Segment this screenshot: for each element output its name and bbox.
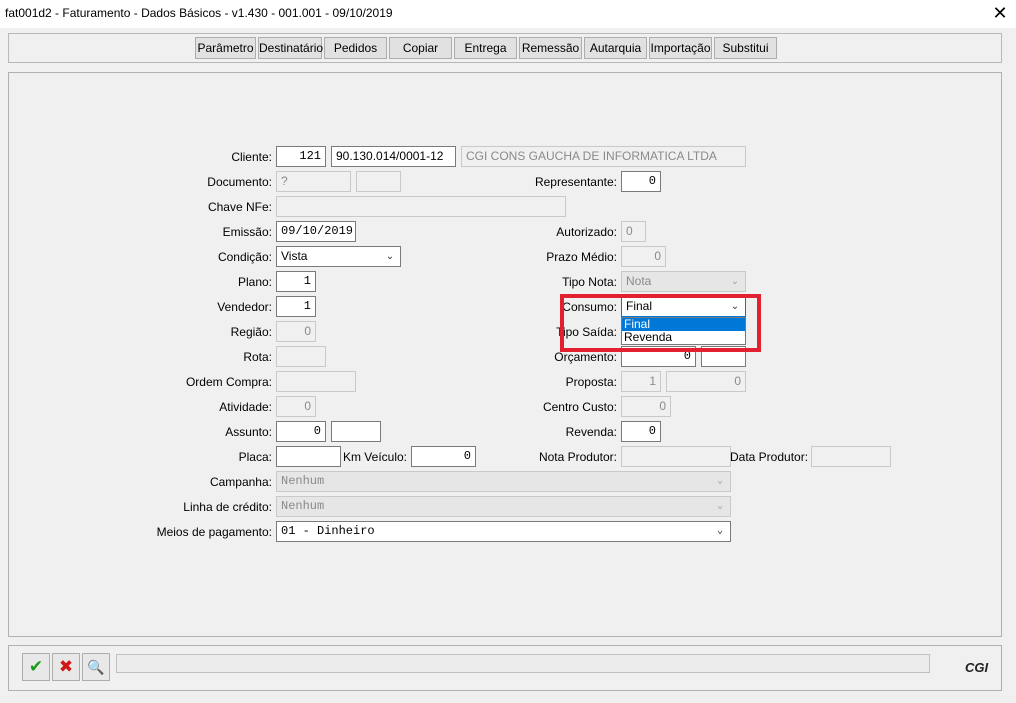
km-veiculo-label: Km Veículo: bbox=[342, 450, 407, 464]
substitui-button[interactable]: Substitui bbox=[714, 37, 777, 59]
campanha-select: Nenhum ⌄ bbox=[276, 471, 731, 492]
tipo-nota-value: Nota bbox=[626, 274, 652, 288]
campanha-label: Campanha: bbox=[209, 475, 272, 489]
chevron-down-icon: ⌄ bbox=[385, 251, 395, 262]
chevron-down-icon: ⌄ bbox=[716, 526, 724, 537]
linha-credito-select: Nenhum ⌄ bbox=[276, 496, 731, 517]
km-veiculo-field[interactable]: 0 bbox=[411, 446, 476, 467]
autarquia-button[interactable]: Autarquia bbox=[584, 37, 647, 59]
revenda-field[interactable]: 0 bbox=[621, 421, 661, 442]
chevron-down-icon: ⌄ bbox=[716, 501, 724, 512]
entrega-button[interactable]: Entrega bbox=[454, 37, 517, 59]
proposta-field: 1 bbox=[621, 371, 661, 392]
rota-label: Rota: bbox=[243, 350, 272, 364]
chevron-down-icon: ⌄ bbox=[730, 276, 740, 287]
cliente-name-field: CGI CONS GAUCHA DE INFORMATICA LTDA bbox=[461, 146, 746, 167]
chave-nfe-label: Chave NFe: bbox=[207, 200, 272, 214]
vendedor-label: Vendedor: bbox=[217, 300, 272, 314]
autorizado-label: Autorizado: bbox=[556, 225, 617, 239]
remessao-button[interactable]: Remessão bbox=[519, 37, 582, 59]
documento-field: ? bbox=[276, 171, 351, 192]
status-bar bbox=[116, 654, 930, 673]
autorizado-field: 0 bbox=[621, 221, 646, 242]
atividade-label: Atividade: bbox=[219, 400, 272, 414]
assunto-label: Assunto: bbox=[225, 425, 272, 439]
prazo-medio-label: Prazo Médio: bbox=[546, 250, 617, 264]
condicao-value: Vista bbox=[281, 249, 308, 263]
close-icon[interactable]: ✕ bbox=[990, 3, 1010, 23]
cgi-logo: CGI bbox=[965, 660, 989, 675]
plano-field[interactable]: 1 bbox=[276, 271, 316, 292]
window-title: fat001d2 - Faturamento - Dados Básicos -… bbox=[5, 6, 393, 20]
centro-custo-label: Centro Custo: bbox=[542, 400, 617, 414]
meios-pagamento-label: Meios de pagamento: bbox=[156, 525, 272, 539]
ordem-compra-label: Ordem Compra: bbox=[185, 375, 272, 389]
plano-label: Plano: bbox=[237, 275, 272, 289]
rota-field bbox=[276, 346, 326, 367]
data-produtor-label: Data Produtor: bbox=[730, 450, 809, 464]
placa-label: Placa: bbox=[238, 450, 272, 464]
documento-label: Documento: bbox=[207, 175, 272, 189]
assunto-field[interactable]: 0 bbox=[276, 421, 326, 442]
centro-custo-field: 0 bbox=[621, 396, 671, 417]
emissao-label: Emissão: bbox=[222, 225, 272, 239]
linha-credito-value: Nenhum bbox=[281, 499, 325, 513]
revenda-label: Revenda: bbox=[565, 425, 617, 439]
tipo-nota-label: Tipo Nota: bbox=[562, 275, 617, 289]
placa-field[interactable] bbox=[276, 446, 341, 467]
cliente-cnpj-field[interactable]: 90.130.014/0001-12 bbox=[331, 146, 456, 167]
atividade-field: 0 bbox=[276, 396, 316, 417]
assunto-extra-field[interactable] bbox=[331, 421, 381, 442]
chevron-down-icon: ⌄ bbox=[716, 476, 724, 487]
linha-credito-label: Linha de crédito: bbox=[183, 500, 272, 514]
condicao-label: Condição: bbox=[217, 250, 272, 264]
condicao-select[interactable]: Vista ⌄ bbox=[276, 246, 401, 267]
cancel-x-icon[interactable]: ✖ bbox=[52, 653, 80, 681]
cliente-label: Cliente: bbox=[231, 150, 272, 164]
meios-pagamento-value: 01 - Dinheiro bbox=[281, 524, 375, 538]
chave-nfe-field bbox=[276, 196, 566, 217]
emissao-field[interactable]: 09/10/2019 bbox=[276, 221, 356, 242]
representante-label: Representante: bbox=[534, 175, 617, 189]
nota-produtor-label: Nota Produtor: bbox=[538, 450, 617, 464]
confirm-check-icon[interactable]: ✔ bbox=[22, 653, 50, 681]
regiao-label: Região: bbox=[230, 325, 272, 339]
copiar-button[interactable]: Copiar bbox=[389, 37, 452, 59]
meios-pagamento-select[interactable]: 01 - Dinheiro ⌄ bbox=[276, 521, 731, 542]
importacao-button[interactable]: Importação bbox=[649, 37, 712, 59]
proposta-extra-field: 0 bbox=[666, 371, 746, 392]
documento-extra-field bbox=[356, 171, 401, 192]
vendedor-field[interactable]: 1 bbox=[276, 296, 316, 317]
search-icon[interactable]: 🔍 bbox=[82, 653, 110, 681]
prazo-medio-field: 0 bbox=[621, 246, 666, 267]
regiao-field: 0 bbox=[276, 321, 316, 342]
parametro-button[interactable]: Parâmetro bbox=[195, 37, 256, 59]
ordem-compra-field bbox=[276, 371, 356, 392]
highlight-box bbox=[560, 294, 761, 352]
nota-produtor-field bbox=[621, 446, 731, 467]
campanha-value: Nenhum bbox=[281, 474, 325, 488]
data-produtor-field bbox=[811, 446, 891, 467]
cliente-code-field[interactable]: 121 bbox=[276, 146, 326, 167]
proposta-label: Proposta: bbox=[565, 375, 617, 389]
representante-field[interactable]: 0 bbox=[621, 171, 661, 192]
pedidos-button[interactable]: Pedidos bbox=[324, 37, 387, 59]
destinatario-button[interactable]: Destinatário bbox=[258, 37, 323, 59]
tipo-nota-select: Nota ⌄ bbox=[621, 271, 746, 292]
